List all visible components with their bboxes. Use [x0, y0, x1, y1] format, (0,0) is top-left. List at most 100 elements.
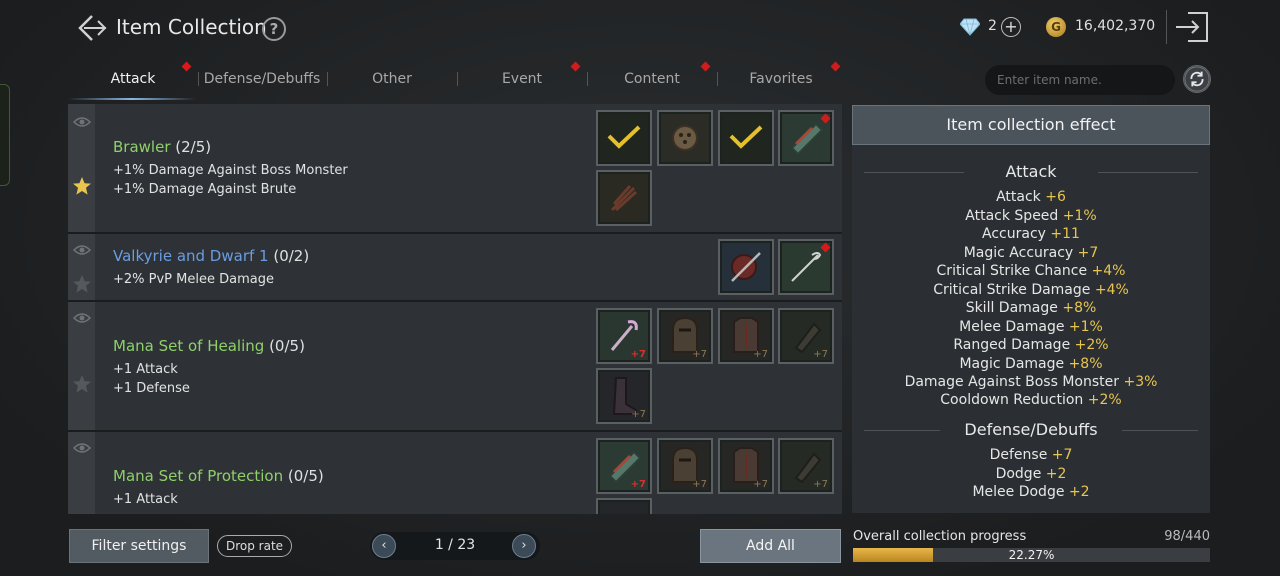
eye-icon[interactable]	[73, 244, 91, 256]
collection-title: Brawler (2/5)	[113, 138, 211, 156]
collection-row[interactable]: Mana Set of Healing (0/5) +1 Attack +1 D…	[68, 302, 842, 432]
search-input[interactable]	[985, 65, 1175, 95]
eye-icon[interactable]	[73, 442, 91, 454]
collection-title: Valkyrie and Dwarf 1 (0/2)	[113, 247, 309, 265]
item-slot[interactable]	[718, 239, 774, 295]
add-diamond-button[interactable]: +	[1001, 17, 1021, 37]
item-slot[interactable]: +7	[596, 368, 652, 424]
collection-count: (0/5)	[269, 337, 305, 355]
effect-line: Magic Damage +8%	[959, 356, 1103, 372]
drop-rate-button[interactable]: Drop rate	[217, 535, 292, 557]
effect-line: Accuracy +11	[982, 226, 1080, 242]
item-slot[interactable]: +7	[596, 438, 652, 494]
eye-icon[interactable]	[73, 312, 91, 324]
side-drawer-handle[interactable]	[0, 84, 10, 186]
tab-favorites[interactable]: Favorites	[716, 62, 846, 100]
tab-event[interactable]: Event	[457, 62, 587, 100]
collection-row[interactable]: Brawler (2/5) +1% Damage Against Boss Mo…	[68, 104, 842, 234]
collection-name: Mana Set of Protection	[113, 467, 284, 485]
effect-line: Damage Against Boss Monster +3%	[904, 374, 1158, 390]
item-slot[interactable]: +7	[657, 438, 713, 494]
item-slot[interactable]	[657, 110, 713, 166]
item-slot[interactable]: +7	[778, 308, 834, 364]
collection-stat: +1% Damage Against Boss Monster	[113, 163, 348, 178]
header: Item Collection ? 2 + G 16,402,370	[0, 0, 1280, 56]
enhance-level: +7	[630, 479, 646, 490]
effect-section-title: Attack	[1005, 162, 1057, 181]
collection-row[interactable]: Valkyrie and Dwarf 1 (0/2) +2% PvP Melee…	[68, 234, 842, 302]
enhance-level: +7	[813, 349, 828, 360]
progress-label: Overall collection progress	[853, 529, 1027, 544]
filter-settings-button[interactable]: Filter settings	[69, 529, 209, 563]
progress-percent: 22.27%	[1008, 548, 1055, 562]
effect-line: Ranged Damage +2%	[953, 337, 1109, 353]
item-slot[interactable]: +7	[718, 438, 774, 494]
item-slot[interactable]	[596, 110, 652, 166]
tab-defense-debuffs[interactable]: Defense/Debuffs	[197, 62, 327, 100]
collection-count: (0/5)	[287, 467, 324, 485]
eye-icon[interactable]	[73, 116, 91, 128]
collection-stat: +1 Attack	[113, 492, 178, 507]
collection-effect-panel[interactable]: Item collection effect Attack Attack +6 …	[852, 105, 1210, 513]
item-slot[interactable]	[596, 498, 652, 514]
header-divider	[1166, 10, 1167, 44]
item-slot[interactable]: +7	[596, 308, 652, 364]
back-arrow-icon[interactable]	[74, 12, 108, 44]
item-slot[interactable]	[718, 110, 774, 166]
collection-name: Mana Set of Healing	[113, 337, 265, 355]
effect-line: Skill Damage +8%	[965, 300, 1097, 316]
add-all-button[interactable]: Add All	[700, 529, 841, 563]
enhance-level: +7	[692, 479, 707, 490]
sword-shield-icon	[731, 252, 761, 282]
item-slot[interactable]	[778, 239, 834, 295]
enhance-level: +7	[813, 479, 828, 490]
help-icon[interactable]: ?	[262, 17, 286, 41]
page-title: Item Collection	[116, 15, 267, 39]
favorite-star-icon[interactable]	[72, 274, 92, 294]
enhance-level: +7	[692, 349, 707, 360]
progress-count: 98/440	[1164, 529, 1210, 544]
effect-line: Magic Accuracy +7	[963, 245, 1099, 261]
spear-icon	[791, 252, 822, 282]
refresh-icon[interactable]	[1183, 65, 1211, 93]
item-slot[interactable]: +7	[718, 308, 774, 364]
next-page-button[interactable]: ›	[512, 534, 536, 558]
item-slot[interactable]	[596, 170, 652, 226]
collection-count: (2/5)	[175, 138, 212, 156]
item-slot[interactable]	[778, 110, 834, 166]
favorite-star-icon[interactable]	[72, 176, 92, 196]
collection-stat: +1 Attack	[113, 362, 178, 377]
category-tabs: Attack Defense/Debuffs Other Event Conte…	[68, 61, 848, 100]
tab-content[interactable]: Content	[587, 62, 717, 100]
tab-attack[interactable]: Attack	[68, 62, 198, 100]
tab-other[interactable]: Other	[327, 62, 457, 100]
effect-line: Critical Strike Chance +4%	[936, 263, 1126, 279]
effect-section-title: Defense/Debuffs	[964, 420, 1098, 439]
checkmark-icon	[607, 125, 641, 149]
item-slot[interactable]: +7	[778, 438, 834, 494]
effect-line: Attack Speed +1%	[965, 208, 1097, 224]
prev-page-button[interactable]: ‹	[372, 534, 396, 558]
enhance-level: +7	[753, 479, 768, 490]
enhance-level: +7	[630, 349, 646, 360]
item-slot[interactable]: +7	[657, 308, 713, 364]
gold-coin-icon: G	[1046, 17, 1066, 37]
effect-line: Critical Strike Damage +4%	[933, 282, 1129, 298]
enhance-level: +7	[631, 409, 646, 420]
collection-stat: +1 Defense	[113, 381, 190, 396]
diamond-count: 2	[988, 18, 997, 34]
effect-line: Cooldown Reduction +2%	[940, 392, 1122, 408]
exit-icon[interactable]	[1174, 10, 1210, 44]
gold-count: 16,402,370	[1075, 18, 1156, 34]
page-indicator: 1 / 23	[434, 537, 476, 553]
collection-count: (0/2)	[273, 247, 310, 265]
checkmark-icon	[729, 125, 763, 149]
favorite-star-icon[interactable]	[72, 374, 92, 394]
enhance-level: +7	[753, 349, 768, 360]
effect-line: Attack +6	[996, 189, 1066, 205]
claw-icon	[610, 185, 638, 212]
collection-name: Valkyrie and Dwarf 1	[113, 247, 269, 265]
effect-panel-title: Item collection effect	[852, 105, 1210, 145]
collection-row[interactable]: Mana Set of Protection (0/5) +1 Attack +…	[68, 432, 842, 514]
collection-list[interactable]: Brawler (2/5) +1% Damage Against Boss Mo…	[68, 104, 842, 514]
